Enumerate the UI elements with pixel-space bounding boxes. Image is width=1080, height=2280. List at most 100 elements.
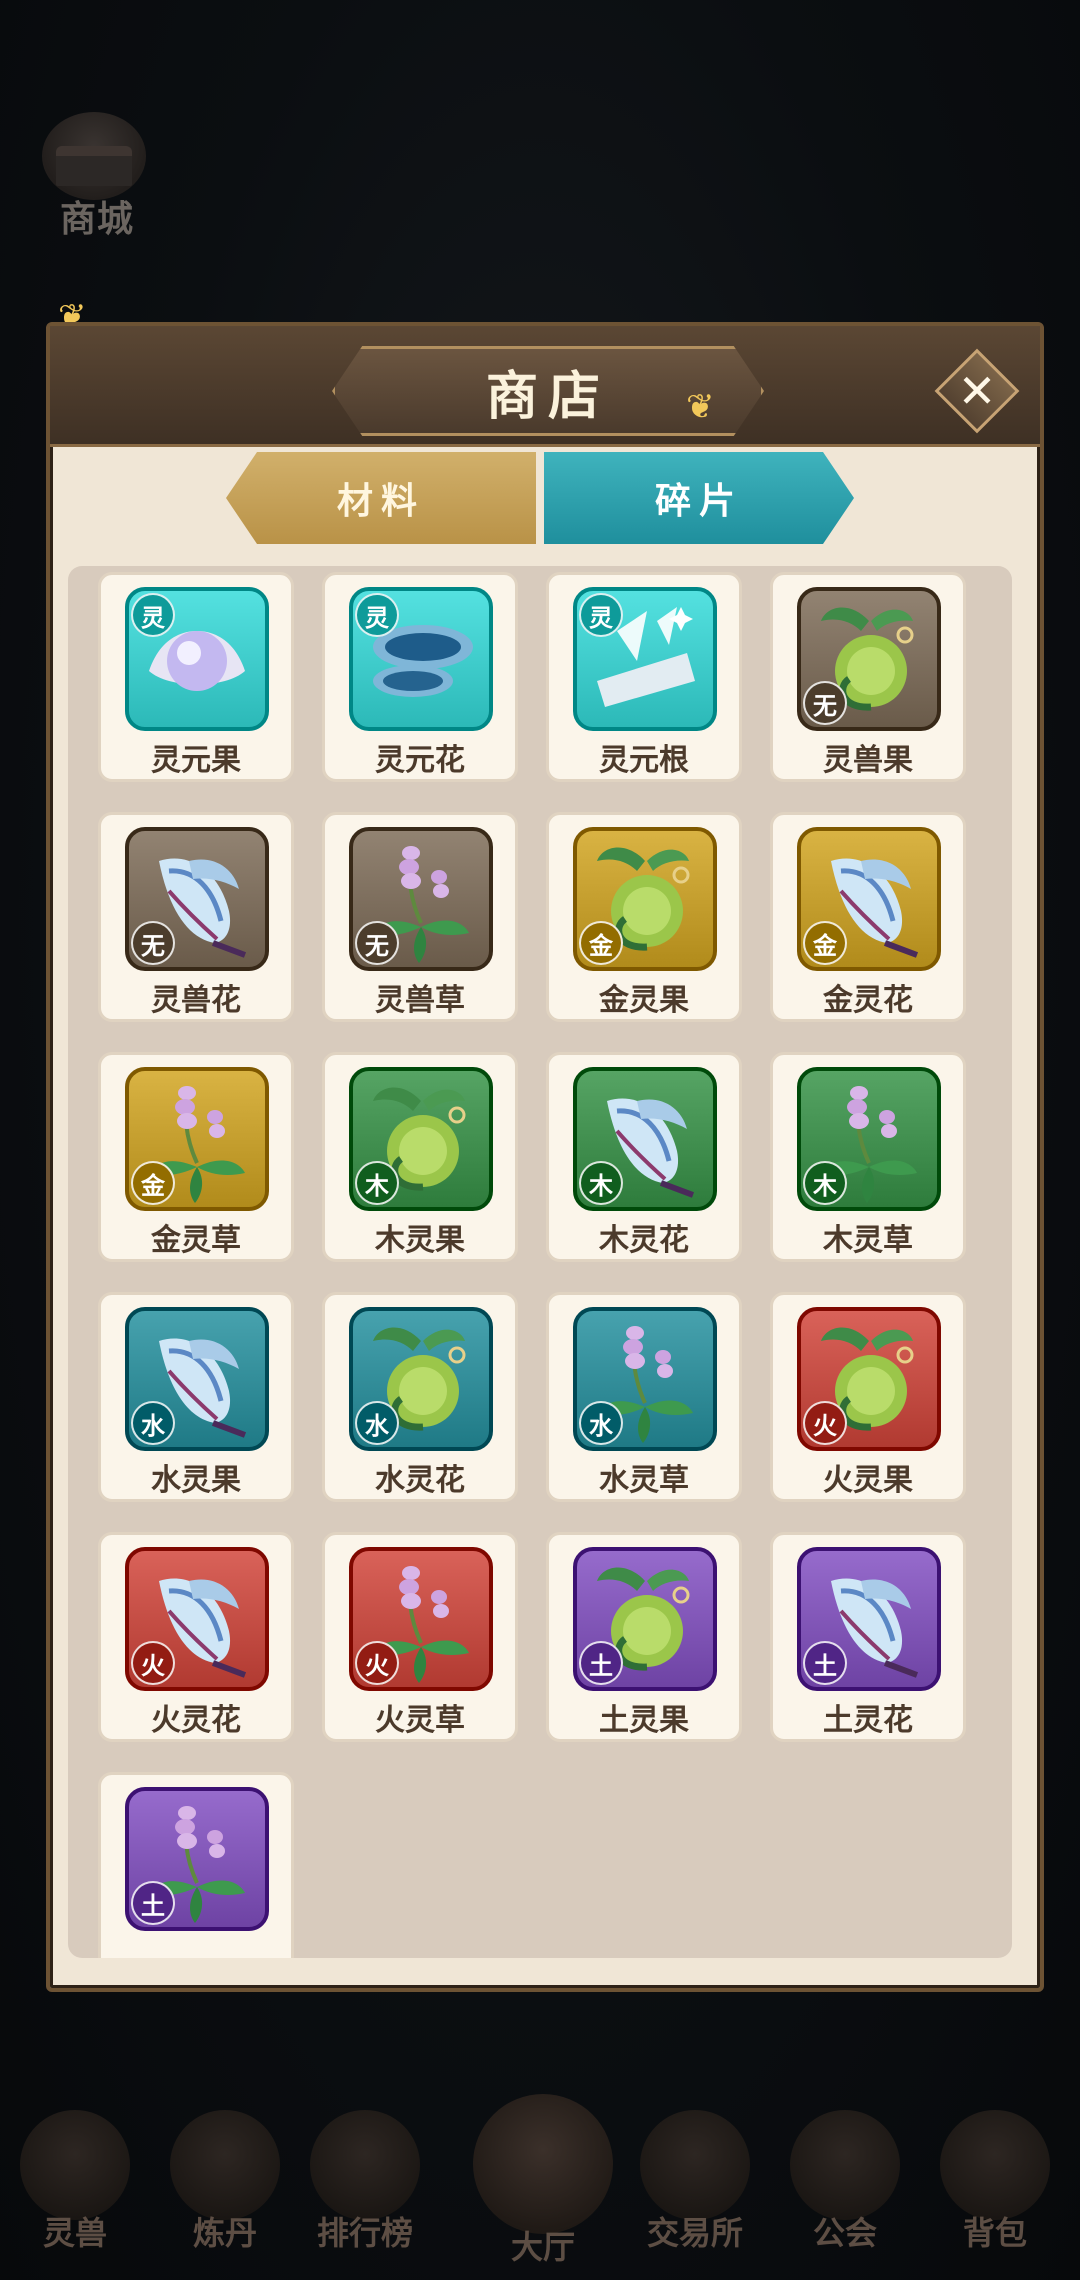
item-icon-frame: 水 — [349, 1307, 493, 1451]
element-badge: 火 — [803, 1401, 847, 1445]
element-badge: 火 — [131, 1641, 175, 1685]
element-badge: 土 — [803, 1641, 847, 1685]
item-card[interactable]: 无灵兽花 — [98, 812, 294, 1022]
item-card[interactable]: 火火灵果 — [770, 1292, 966, 1502]
item-card[interactable]: 土土灵花 — [770, 1532, 966, 1742]
nav-label: 背包 — [962, 2214, 1027, 2252]
item-name: 土灵花 — [823, 1703, 913, 1738]
item-icon-frame: 木 — [573, 1067, 717, 1211]
item-name: 木灵花 — [599, 1223, 689, 1258]
item-icon-frame: 金 — [797, 827, 941, 971]
item-name: 火灵花 — [151, 1703, 241, 1738]
close-icon: ✕ — [957, 364, 997, 418]
item-card[interactable]: 水水灵花 — [322, 1292, 518, 1502]
mall-shortcut[interactable]: 商城 — [42, 112, 152, 242]
tab-fragments[interactable]: 碎片 — [544, 452, 854, 544]
item-icon-frame: 水 — [125, 1307, 269, 1451]
item-card[interactable]: 金金灵果 — [546, 812, 742, 1022]
panel-header: 商店 ✕ — [50, 326, 1040, 447]
item-card[interactable]: 水水灵果 — [98, 1292, 294, 1502]
bottom-nav: 灵兽 炼丹 排行榜 大厅 交易所 公会 背包 — [0, 2094, 1080, 2280]
item-name: 灵兽花 — [151, 983, 241, 1018]
element-badge: 土 — [579, 1641, 623, 1685]
item-card[interactable]: 无灵兽草 — [322, 812, 518, 1022]
item-grid[interactable]: 灵灵元果灵灵元花灵灵元根无灵兽果无灵兽花无灵兽草金金灵果金金灵花金金灵草木木灵果… — [68, 566, 1012, 1958]
item-icon-frame: 木 — [797, 1067, 941, 1211]
item-icon-frame: 土 — [125, 1787, 269, 1931]
element-badge: 木 — [355, 1161, 399, 1205]
item-icon-frame: 无 — [125, 827, 269, 971]
item-icon-frame: 无 — [349, 827, 493, 971]
item-name: 火灵果 — [823, 1463, 913, 1498]
element-badge: 灵 — [579, 593, 623, 637]
tab-materials-label: 材料 — [336, 481, 425, 522]
element-badge: 无 — [803, 681, 847, 725]
item-icon-frame: 金 — [573, 827, 717, 971]
close-button[interactable]: ✕ — [934, 348, 1020, 434]
element-badge: 灵 — [355, 593, 399, 637]
mall-label: 商城 — [59, 199, 134, 240]
item-name: 水灵果 — [151, 1463, 241, 1498]
element-badge: 水 — [579, 1401, 623, 1445]
item-icon-frame: 灵 — [349, 587, 493, 731]
element-badge: 火 — [355, 1641, 399, 1685]
item-icon-frame: 灵 — [125, 587, 269, 731]
nav-label: 灵兽 — [42, 2214, 107, 2252]
tab-materials[interactable]: 材料 — [226, 452, 536, 544]
nav-item[interactable]: 灵兽 — [10, 2100, 140, 2280]
item-name: 水灵花 — [375, 1463, 465, 1498]
item-card[interactable]: 灵灵元根 — [546, 572, 742, 782]
item-icon-frame: 火 — [797, 1307, 941, 1451]
item-card[interactable]: 水水灵草 — [546, 1292, 742, 1502]
item-card[interactable]: 灵灵元果 — [98, 572, 294, 782]
item-icon-frame: 土 — [797, 1547, 941, 1691]
nav-label: 炼丹 — [192, 2214, 257, 2252]
item-name: 水灵草 — [599, 1463, 689, 1498]
item-card[interactable]: 灵灵元花 — [322, 572, 518, 782]
element-badge: 无 — [131, 921, 175, 965]
item-card[interactable]: 金金灵草 — [98, 1052, 294, 1262]
nav-label: 交易所 — [646, 2214, 743, 2252]
trade-icon — [640, 2110, 750, 2220]
item-card[interactable]: 火火灵花 — [98, 1532, 294, 1742]
item-icon-frame: 火 — [125, 1547, 269, 1691]
item-icon-frame: 木 — [349, 1067, 493, 1211]
nav-label: 排行榜 — [316, 2214, 413, 2252]
item-icon-frame: 灵 — [573, 587, 717, 731]
hero-avatar-icon — [473, 2094, 613, 2234]
item-card[interactable]: 木木灵草 — [770, 1052, 966, 1262]
element-badge: 金 — [579, 921, 623, 965]
item-card[interactable]: 火火灵草 — [322, 1532, 518, 1742]
item-icon-frame: 水 — [573, 1307, 717, 1451]
element-badge: 水 — [131, 1401, 175, 1445]
item-card[interactable]: 木木灵果 — [322, 1052, 518, 1262]
item-name: 灵兽草 — [375, 983, 465, 1018]
item-name: 土灵果 — [599, 1703, 689, 1738]
item-name: 木灵草 — [823, 1223, 913, 1258]
element-badge: 无 — [355, 921, 399, 965]
bag-icon — [940, 2110, 1050, 2220]
nav-item[interactable]: 背包 — [930, 2100, 1060, 2280]
nav-item[interactable]: 排行榜 — [300, 2100, 430, 2280]
nav-label: 公会 — [812, 2214, 877, 2252]
item-name: 灵元根 — [599, 743, 689, 778]
nav-item[interactable]: 公会 — [780, 2100, 910, 2280]
item-card[interactable]: 无灵兽果 — [770, 572, 966, 782]
item-card[interactable]: 木木灵花 — [546, 1052, 742, 1262]
podium-icon — [310, 2110, 420, 2220]
item-card[interactable]: 金金灵花 — [770, 812, 966, 1022]
item-name: 金灵花 — [823, 983, 913, 1018]
flame-beast-icon — [20, 2110, 130, 2220]
butterfly-icon: ❦ — [686, 387, 715, 427]
item-icon-frame: 土 — [573, 1547, 717, 1691]
nav-item[interactable]: 大厅 — [468, 2094, 618, 2280]
item-card[interactable]: 土 — [98, 1772, 294, 1958]
element-badge: 金 — [803, 921, 847, 965]
element-badge: 金 — [131, 1161, 175, 1205]
element-badge: 木 — [579, 1161, 623, 1205]
element-badge: 土 — [131, 1881, 175, 1925]
nav-item[interactable]: 炼丹 — [160, 2100, 290, 2280]
item-card[interactable]: 土土灵果 — [546, 1532, 742, 1742]
item-icon-frame: 火 — [349, 1547, 493, 1691]
nav-item[interactable]: 交易所 — [630, 2100, 760, 2280]
